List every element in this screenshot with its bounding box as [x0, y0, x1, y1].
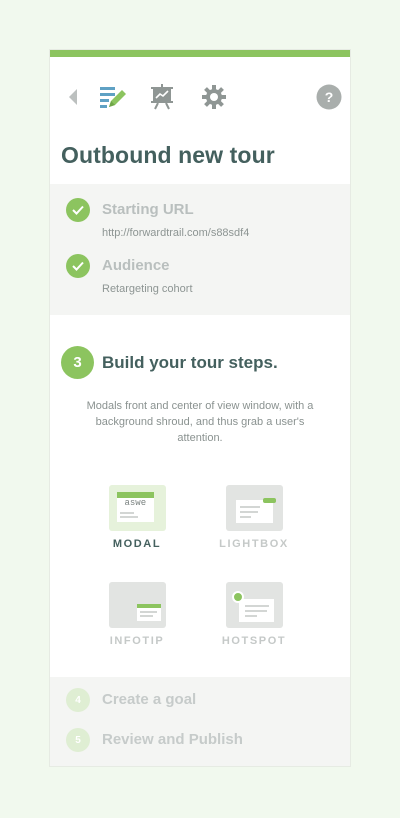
checkmark-icon	[66, 254, 90, 278]
help-button[interactable]: ?	[314, 82, 344, 112]
analytics-button[interactable]	[147, 82, 177, 112]
settings-button[interactable]	[199, 82, 229, 112]
help-icon: ?	[316, 84, 342, 110]
step-type-label: HOTSPOT	[221, 635, 287, 647]
svg-text:?: ?	[325, 89, 334, 105]
edit-list-icon	[100, 87, 126, 108]
page-title: Outbound new tour	[61, 142, 275, 168]
step-type-label: INFOTIP	[109, 635, 165, 647]
tour-builder-panel: ? Outbound new tour Starting URL http://…	[50, 50, 350, 766]
hotspot-preview-icon	[225, 582, 283, 628]
presentation-icon	[151, 84, 173, 110]
step-type-description: Modals front and center of view window, …	[86, 400, 314, 444]
gear-icon	[202, 85, 226, 109]
active-step-title: Build your tour steps.	[102, 353, 278, 372]
step-title: Create a goal	[102, 691, 197, 708]
toolbar: ?	[50, 57, 350, 131]
step-type-label: MODAL	[112, 538, 162, 550]
step-type-lightbox[interactable]: LIGHTBOX	[214, 485, 294, 550]
active-step-number: 3	[61, 346, 94, 379]
step-type-infotip[interactable]: INFOTIP	[97, 582, 177, 647]
edit-steps-button[interactable]	[98, 82, 128, 112]
step-type-modal[interactable]: aswe MODAL	[97, 485, 177, 550]
step-title: Audience	[102, 257, 170, 274]
lightbox-preview-icon	[225, 485, 283, 531]
step-number: 5	[66, 728, 90, 752]
step-value: http://forwardtrail.com/s88sdf4	[102, 227, 250, 239]
step-type-hotspot[interactable]: HOTSPOT	[214, 582, 294, 647]
step-title: Review and Publish	[102, 731, 243, 748]
step-value: Retargeting cohort	[102, 283, 193, 295]
infotip-preview-icon	[108, 582, 166, 628]
step-type-label: LIGHTBOX	[219, 538, 289, 550]
step-title: Starting URL	[102, 201, 194, 218]
upcoming-steps: 4 Create a goal 5 Review and Publish	[50, 677, 350, 766]
back-button[interactable]	[58, 82, 88, 112]
chevron-left-icon	[69, 89, 77, 105]
step-number: 4	[66, 688, 90, 712]
modal-preview-text: aswe	[124, 498, 147, 508]
checkmark-icon	[66, 198, 90, 222]
completed-steps: Starting URL http://forwardtrail.com/s88…	[50, 184, 350, 315]
modal-preview-icon: aswe	[108, 485, 166, 531]
